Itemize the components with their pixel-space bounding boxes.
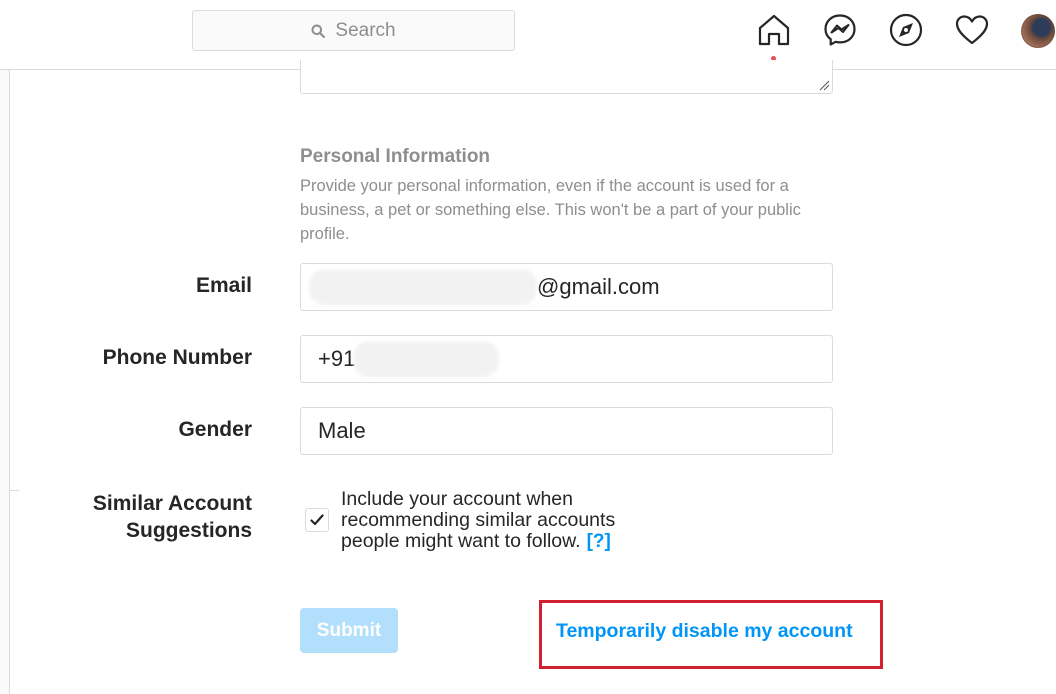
explore-icon[interactable] [888, 12, 924, 48]
help-link[interactable]: [?] [587, 531, 611, 552]
activity-heart-icon[interactable] [954, 12, 990, 48]
redacted-phone-number [353, 341, 500, 377]
similar-accounts-label-line2: Suggestions [125, 519, 252, 542]
resize-handle-icon[interactable] [818, 79, 830, 91]
divider [10, 490, 19, 491]
bio-textarea[interactable] [300, 60, 833, 94]
redacted-email-user [309, 269, 537, 305]
similar-accounts-checkbox[interactable] [305, 508, 329, 532]
similar-accounts-label: Similar Account Suggestions [93, 490, 252, 544]
search-icon [311, 24, 326, 38]
similar-accounts-text: Include your account when recommending s… [341, 488, 661, 553]
messenger-icon[interactable] [822, 12, 858, 48]
checkmark-icon [310, 514, 324, 526]
email-domain: @gmail.com [537, 274, 660, 299]
phone-label: Phone Number [102, 346, 252, 369]
phone-prefix: +91 [318, 346, 356, 371]
gender-label: Gender [178, 418, 252, 441]
phone-field[interactable]: +91 [300, 335, 833, 383]
profile-avatar[interactable] [1021, 14, 1055, 48]
submit-button[interactable]: Submit [300, 608, 398, 653]
similar-accounts-description: Include your account when recommending s… [341, 488, 616, 552]
gender-field[interactable]: Male [300, 407, 833, 455]
section-description: Provide your personal information, even … [300, 177, 801, 243]
gender-value: Male [318, 418, 366, 443]
email-label: Email [195, 274, 252, 297]
section-title: Personal Information [300, 146, 491, 167]
search-input[interactable]: Search [192, 10, 515, 51]
email-field[interactable]: @gmail.com [300, 263, 833, 311]
home-icon[interactable] [756, 12, 792, 48]
search-placeholder: Search [335, 19, 396, 41]
similar-accounts-label-line1: Similar Account [92, 492, 252, 515]
highlight-box [539, 600, 883, 669]
